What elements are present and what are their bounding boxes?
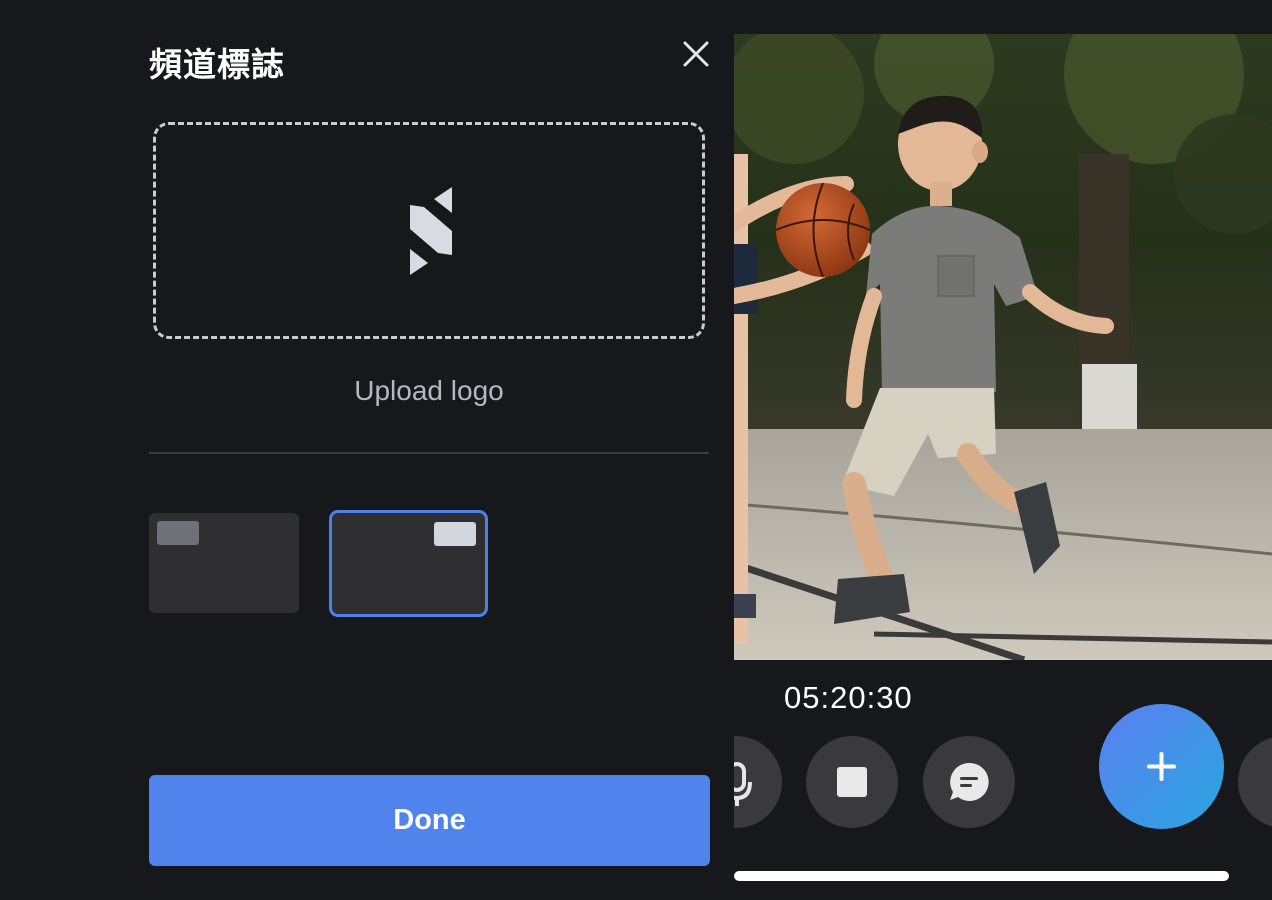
stop-button[interactable]: [806, 736, 898, 828]
video-frame-image: [734, 34, 1272, 660]
more-icon: [1238, 736, 1272, 828]
chat-button[interactable]: [923, 736, 1015, 828]
upload-dropzone[interactable]: [153, 122, 705, 339]
upload-logo-label: Upload logo: [354, 375, 504, 406]
chat-icon: [950, 762, 989, 801]
done-button[interactable]: Done: [149, 775, 710, 866]
panel-title: 頻道標誌: [149, 45, 285, 84]
microphone-button[interactable]: [734, 736, 782, 828]
logo-placeholder-icon: [410, 187, 452, 275]
video-preview: [734, 34, 1272, 660]
recording-timer: 05:20:30: [784, 680, 913, 715]
logo-position-marker: [157, 521, 199, 545]
stop-icon: [837, 767, 867, 797]
player-controls-bar: 05:20:30: [734, 660, 1272, 900]
plus-icon: [1147, 752, 1176, 781]
close-icon: [683, 41, 709, 67]
divider: [149, 452, 709, 454]
playback-progress-bar[interactable]: [734, 871, 1229, 881]
position-option-top-left[interactable]: [149, 513, 299, 613]
logo-position-marker: [434, 522, 476, 546]
add-button[interactable]: [1099, 704, 1224, 829]
close-button[interactable]: [676, 34, 716, 74]
microphone-icon: [734, 762, 752, 806]
more-button[interactable]: [1238, 736, 1272, 828]
position-option-top-right[interactable]: [329, 510, 488, 617]
channel-logo-panel: 頻道標誌 Upload logo Done: [0, 0, 734, 900]
